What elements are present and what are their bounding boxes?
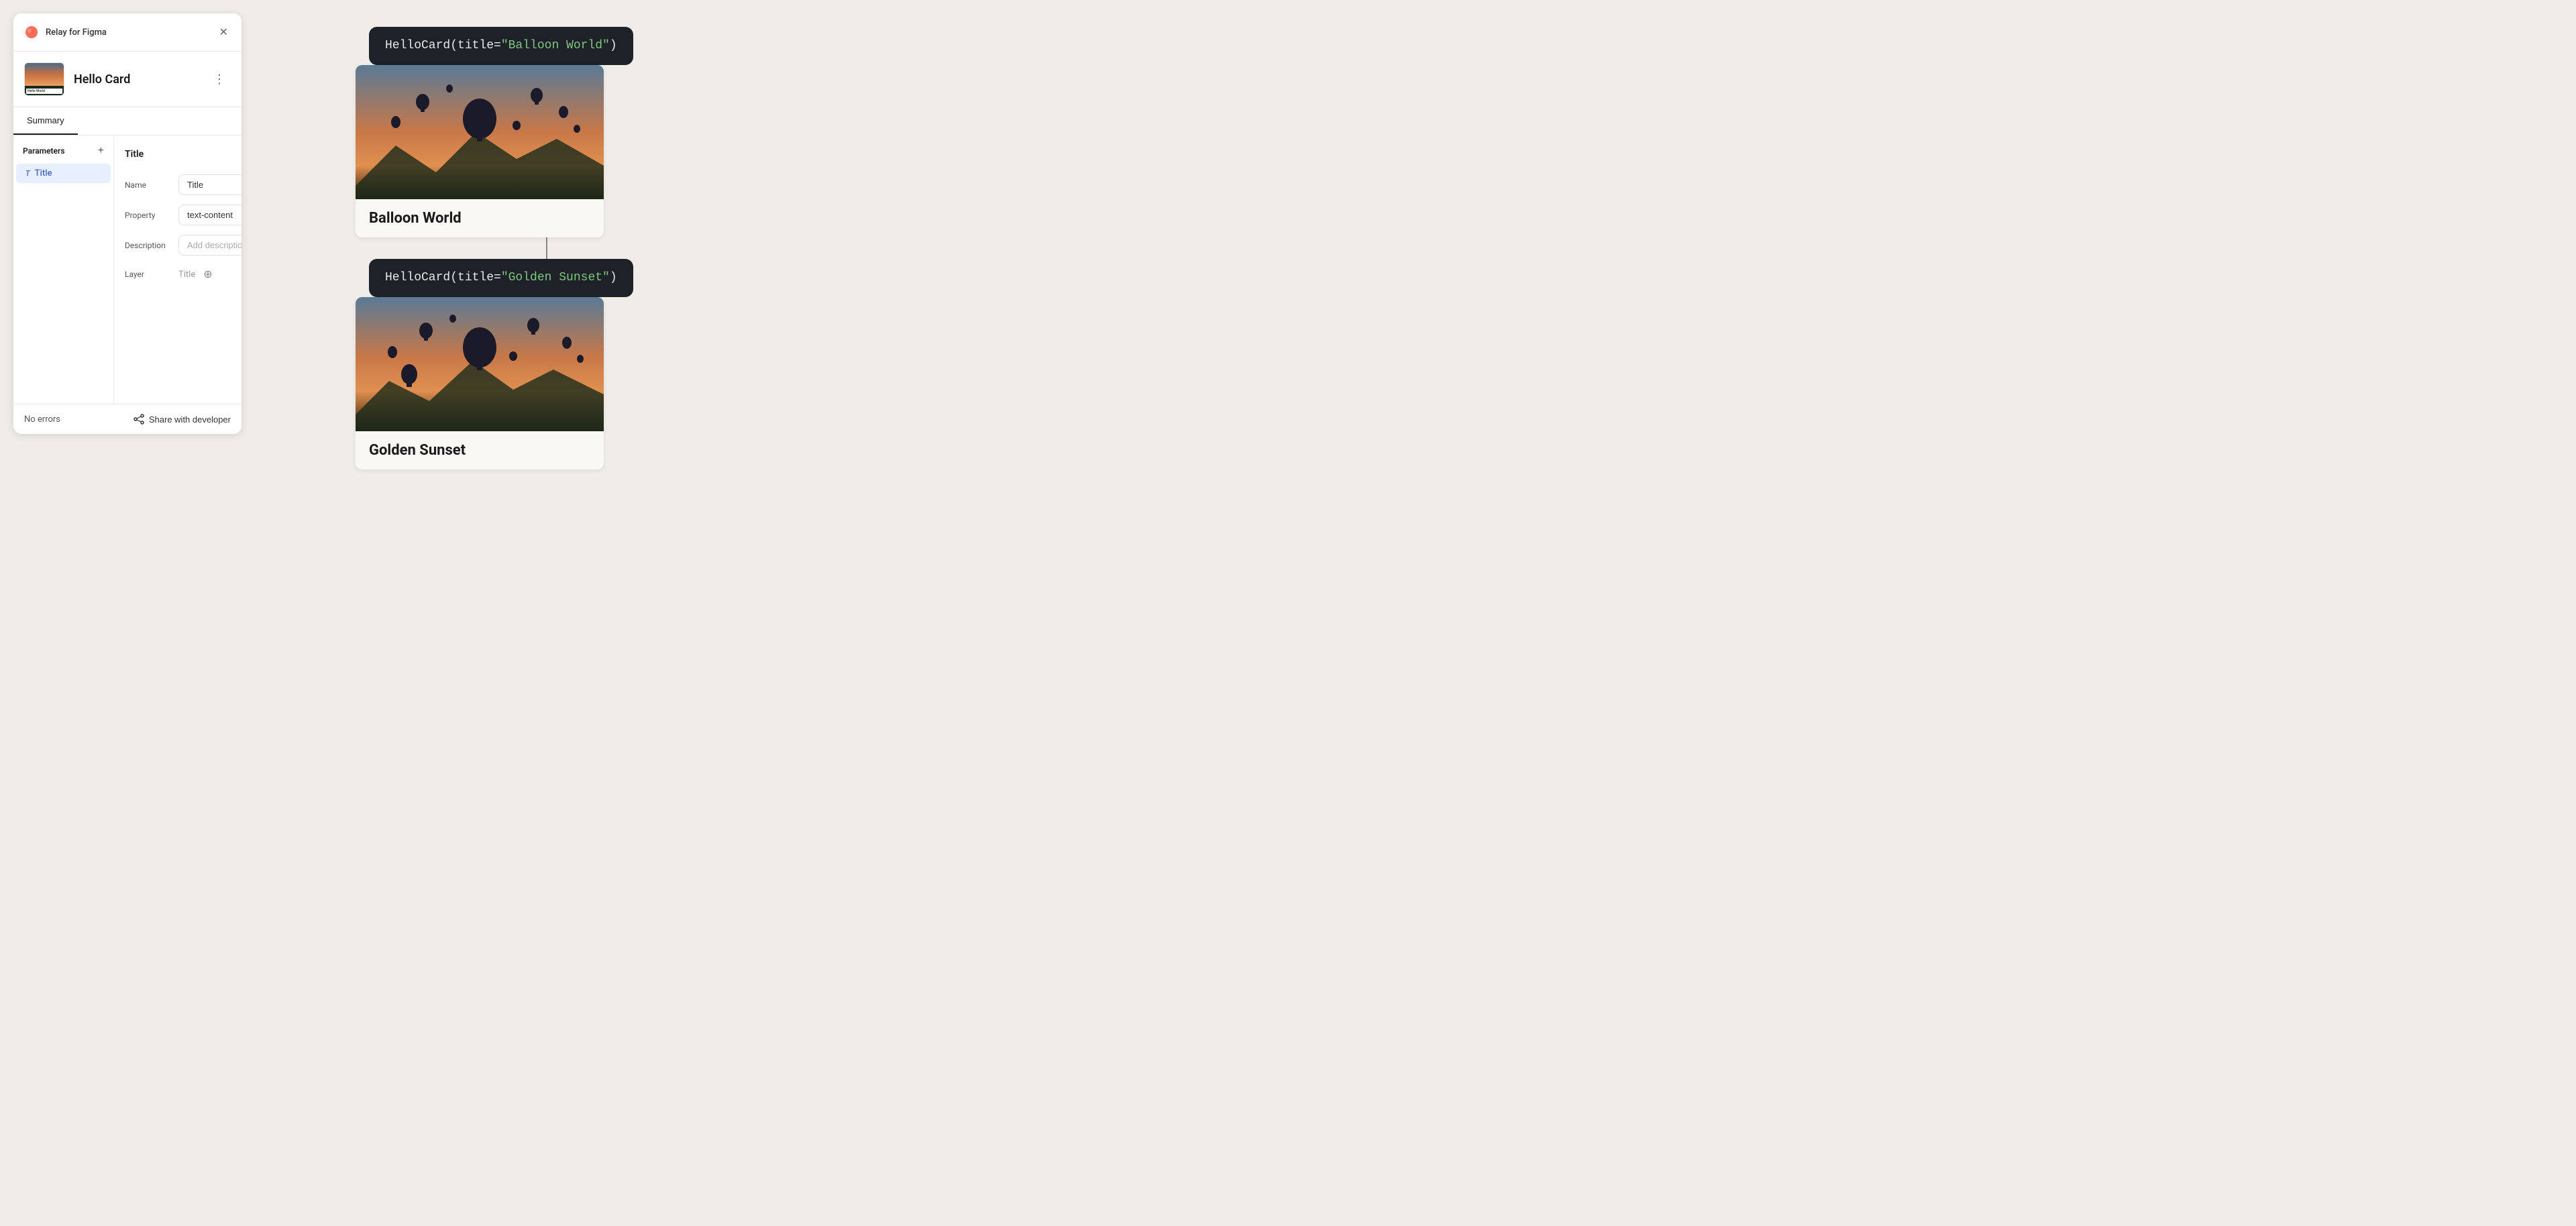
field-header: Title 🗑 [125,145,241,164]
tooltip-value-1: "Balloon World" [501,39,610,52]
tooltip-close-1: ) [610,39,617,52]
preview-card-1: Balloon World [356,65,604,237]
tab-bar: Summary [13,107,241,135]
target-layer-button[interactable]: ⊕ [201,265,215,284]
text-type-icon: T [25,169,30,178]
code-tooltip-2: HelloCard(title="Golden Sunset") [369,259,633,297]
target-icon: ⊕ [203,269,212,280]
card-wrapper-2: HelloCard(title="Golden Sunset") [356,259,2542,469]
description-row: Description [125,235,241,256]
relay-logo-icon [24,25,39,40]
property-label: Property [125,211,178,220]
card-image-1 [356,65,604,199]
name-input[interactable] [178,174,241,195]
card-title-1: Balloon World [356,199,604,237]
property-select[interactable]: text-content visible text-color [178,205,241,225]
tab-summary-label: Summary [27,115,64,125]
card-image-2 [356,297,604,431]
balloon-scene-2 [356,297,604,431]
name-label: Name [125,180,178,190]
left-column: Parameters + T Title [13,135,114,404]
layer-value-group: Title ⊕ [178,265,215,284]
description-label: Description [125,241,178,250]
code-tooltip-1: HelloCard(title="Balloon World") [369,27,633,65]
tooltip-fn-1: HelloCard(title= [385,39,501,52]
panel-header: Relay for Figma ✕ [13,13,241,52]
close-button[interactable]: ✕ [217,23,231,42]
parameters-section-label: Parameters + [13,145,113,164]
tooltip-value-2: "Golden Sunset" [501,271,610,284]
property-select-wrapper: text-content visible text-color ▾ [178,205,241,225]
add-parameter-button[interactable]: + [98,145,104,157]
tooltip-close-2: ) [610,271,617,284]
preview-area: HelloCard(title="Balloon World") [268,13,2563,483]
component-thumbnail: Hello World [24,62,64,96]
panel-header-left: Relay for Figma [24,25,107,40]
layer-label: Layer [125,270,178,279]
no-errors-status: No errors [24,414,60,425]
property-row: Property text-content visible text-color… [125,205,241,225]
share-label: Share with developer [149,414,231,425]
param-item-title[interactable]: T Title [16,164,111,183]
field-title: Title [125,149,144,160]
component-header: Hello World Hello Card ⋮ [13,52,241,107]
param-title-label: Title [35,168,52,178]
app-name: Relay for Figma [46,27,107,38]
description-input[interactable] [178,235,241,256]
card-title-2: Golden Sunset [356,431,604,469]
thumb-sky [25,63,64,86]
balloon-scene-svg-1 [356,65,604,199]
card-wrapper-1: HelloCard(title="Balloon World") [356,27,2542,237]
more-options-button[interactable]: ⋮ [208,70,231,89]
layer-row: Layer Title ⊕ [125,265,241,284]
panel-body: Parameters + T Title Title 🗑 Name [13,135,241,404]
tooltip-fn-2: HelloCard(title= [385,271,501,284]
preview-card-2: Golden Sunset [356,297,604,469]
share-icon [133,414,144,425]
name-row: Name [125,174,241,195]
component-header-left: Hello World Hello Card [24,62,130,96]
add-icon: + [98,145,104,157]
layer-value: Title [178,270,195,280]
balloon-scene-1 [356,65,604,199]
close-icon: ✕ [219,25,228,39]
right-column: Title 🗑 Name Property text-content visib… [114,135,241,404]
share-with-developer-button[interactable]: Share with developer [133,414,231,425]
thumb-label: Hello World [26,89,62,94]
component-name: Hello Card [74,72,130,87]
preview-cards-group: HelloCard(title="Balloon World") [356,27,2542,469]
balloon-scene-svg-2 [356,297,604,431]
more-icon: ⋮ [213,72,225,86]
panel-footer: No errors Share with developer [13,404,241,434]
tab-summary[interactable]: Summary [13,107,78,135]
relay-panel: Relay for Figma ✕ Hello World Hello Card… [13,13,241,434]
parameters-label: Parameters [23,146,65,156]
